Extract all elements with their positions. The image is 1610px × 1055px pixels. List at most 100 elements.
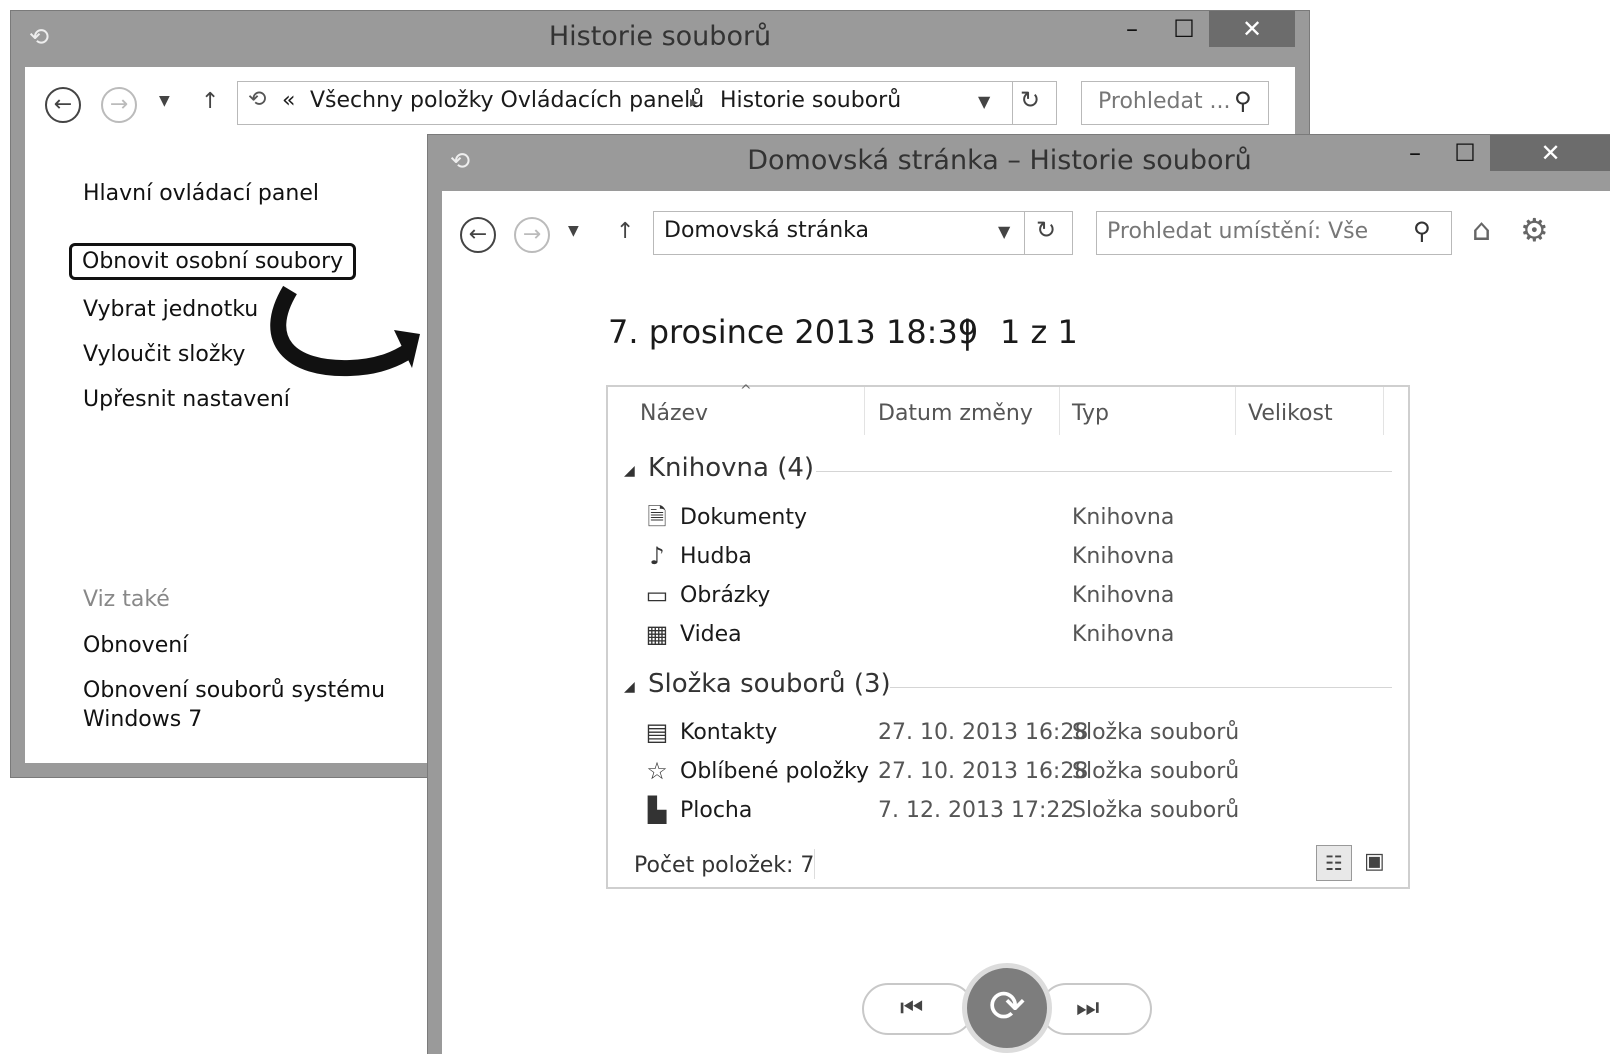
address-bar[interactable]: Domovská stránka ▼ ↻	[653, 211, 1073, 255]
search-box[interactable]: Prohledat umístění: Vše ⚲	[1096, 211, 1452, 255]
item-date: 7. 12. 2013 17:22	[878, 798, 1075, 823]
contacts-folder-icon: ▤	[645, 718, 669, 746]
windows7-file-recovery-link-line1[interactable]: Obnovení souborů systému	[83, 678, 385, 703]
exclude-folders-link[interactable]: Vyloučit složky	[83, 342, 245, 367]
item-type: Knihovna	[1072, 583, 1175, 608]
search-icon[interactable]: ⚲	[1234, 87, 1252, 115]
column-divider[interactable]	[1383, 387, 1384, 435]
column-header-name[interactable]: Název	[640, 401, 708, 426]
list-item[interactable]: 🗎 Dokumenty Knihovna	[608, 501, 1408, 535]
item-date: 27. 10. 2013 16:28	[878, 720, 1089, 745]
address-separator	[1024, 212, 1025, 254]
advanced-settings-link[interactable]: Upřesnit nastavení	[83, 387, 290, 412]
restore-button[interactable]: ⟳	[962, 963, 1052, 1053]
maximize-button[interactable]: ☐	[1161, 11, 1207, 47]
item-type: Složka souborů	[1072, 759, 1240, 784]
breadcrumb-parent[interactable]: Všechny položky Ovládacích panelů	[310, 88, 704, 113]
group-header-folders[interactable]: Složka souborů (3)	[648, 669, 891, 699]
column-divider[interactable]	[1059, 387, 1060, 435]
search-placeholder: Prohledat umístění: Vše	[1107, 219, 1369, 244]
front-client-area: ← → ▼ ↑ Domovská stránka ▼ ↻ Prohledat u…	[442, 191, 1610, 1054]
file-history-home-window: ⟲ Domovská stránka – Historie souborů – …	[427, 134, 1610, 1054]
snapshot-file-list[interactable]: ^ Název Datum změny Typ Velikost ◢ Kniho…	[606, 383, 1410, 889]
search-icon[interactable]: ⚲	[1413, 217, 1431, 245]
breadcrumb-current[interactable]: Historie souborů	[720, 88, 901, 113]
next-version-icon[interactable]: ⏭	[1076, 993, 1099, 1024]
recovery-link[interactable]: Obnovení	[83, 633, 188, 658]
list-item[interactable]: ▤ Kontakty 27. 10. 2013 16:28 Složka sou…	[608, 716, 1408, 750]
snapshot-separator: |	[962, 313, 973, 351]
column-divider[interactable]	[864, 387, 865, 435]
group-collapse-icon[interactable]: ◢	[624, 679, 635, 695]
windows7-file-recovery-link-line2[interactable]: Windows 7	[83, 707, 202, 732]
item-name: Dokumenty	[680, 505, 807, 530]
list-item[interactable]: ▭ Obrázky Knihovna	[608, 579, 1408, 613]
recent-locations-chevron-icon[interactable]: ▼	[159, 93, 170, 109]
group-header-libraries[interactable]: Knihovna (4)	[648, 453, 814, 483]
recent-locations-chevron-icon[interactable]: ▼	[568, 223, 579, 239]
front-titlebar: ⟲ Domovská stránka – Historie souborů – …	[428, 135, 1610, 189]
back-titlebar: ⟲ Historie souborů – ☐ ✕	[11, 11, 1309, 65]
back-arrow-icon[interactable]: ←	[460, 217, 496, 253]
close-button[interactable]: ✕	[1209, 11, 1295, 47]
settings-gear-icon[interactable]: ⚙	[1520, 211, 1549, 249]
maximize-button[interactable]: ☐	[1442, 135, 1488, 171]
select-drive-link[interactable]: Vybrat jednotku	[83, 297, 258, 322]
close-button[interactable]: ✕	[1490, 135, 1610, 171]
refresh-icon[interactable]: ↻	[1020, 86, 1040, 114]
large-icons-view-icon[interactable]: ▣	[1364, 849, 1385, 874]
item-type: Knihovna	[1072, 544, 1175, 569]
group-divider	[890, 687, 1392, 688]
next-version-pill[interactable]: ⏭	[1040, 983, 1152, 1035]
item-type: Knihovna	[1072, 505, 1175, 530]
address-dropdown-icon[interactable]: ▼	[978, 92, 990, 111]
item-name: Kontakty	[680, 720, 778, 745]
item-name: Oblíbené položky	[680, 759, 869, 784]
back-arrow-icon[interactable]: ←	[45, 87, 81, 123]
breadcrumb-prefix[interactable]: «	[282, 88, 295, 113]
snapshot-date: 7. prosince 2013 18:39	[608, 313, 979, 351]
list-item[interactable]: ♪ Hudba Knihovna	[608, 540, 1408, 574]
address-bar[interactable]: ⟲ « Všechny položky Ovládacích panelů ▸ …	[237, 81, 1057, 125]
minimize-button[interactable]: –	[1392, 135, 1438, 171]
forward-arrow-icon[interactable]: →	[514, 217, 550, 253]
column-header-date[interactable]: Datum změny	[878, 401, 1033, 426]
details-view-icon[interactable]: ☷	[1316, 845, 1352, 881]
up-arrow-icon[interactable]: ↑	[201, 89, 219, 114]
favorites-folder-icon: ☆	[646, 757, 668, 785]
desktop-folder-icon: ▙	[647, 796, 667, 824]
main-control-panel-link[interactable]: Hlavní ovládací panel	[83, 181, 319, 206]
address-text[interactable]: Domovská stránka	[664, 218, 869, 243]
item-name: Hudba	[680, 544, 752, 569]
forward-arrow-icon[interactable]: →	[101, 87, 137, 123]
list-item[interactable]: ▙ Plocha 7. 12. 2013 17:22 Složka soubor…	[608, 794, 1408, 828]
see-also-label: Viz také	[83, 587, 170, 612]
column-header-size[interactable]: Velikost	[1248, 401, 1333, 426]
previous-version-pill[interactable]: ⏮	[862, 983, 974, 1035]
search-placeholder: Prohledat ...	[1098, 89, 1231, 114]
search-box[interactable]: Prohledat ... ⚲	[1081, 81, 1269, 125]
item-count-status: Počet položek: 7	[634, 853, 815, 878]
snapshot-position: 1 z 1	[1000, 313, 1078, 351]
breadcrumb-separator[interactable]: ▸	[690, 92, 698, 111]
group-divider	[816, 471, 1392, 472]
document-library-icon: 🗎	[647, 503, 667, 531]
restore-icon[interactable]: ⟳	[989, 981, 1026, 1032]
address-separator	[1012, 82, 1013, 124]
list-item[interactable]: ☆ Oblíbené položky 27. 10. 2013 16:28 Sl…	[608, 755, 1408, 789]
music-library-icon: ♪	[649, 542, 665, 570]
home-icon[interactable]: ⌂	[1472, 213, 1491, 248]
refresh-icon[interactable]: ↻	[1036, 216, 1056, 244]
annotation-arrow	[270, 285, 420, 377]
previous-version-icon[interactable]: ⏮	[900, 993, 923, 1024]
restore-personal-files-link[interactable]: Obnovit osobní soubory	[69, 243, 357, 280]
group-collapse-icon[interactable]: ◢	[624, 463, 635, 479]
control-panel-icon: ⟲	[248, 87, 267, 112]
address-dropdown-icon[interactable]: ▼	[998, 222, 1010, 241]
column-header-type[interactable]: Typ	[1072, 401, 1109, 426]
column-divider[interactable]	[1235, 387, 1236, 435]
item-name: Obrázky	[680, 583, 771, 608]
list-item[interactable]: ▦ Videa Knihovna	[608, 618, 1408, 652]
up-arrow-icon[interactable]: ↑	[616, 219, 634, 244]
minimize-button[interactable]: –	[1109, 11, 1155, 47]
